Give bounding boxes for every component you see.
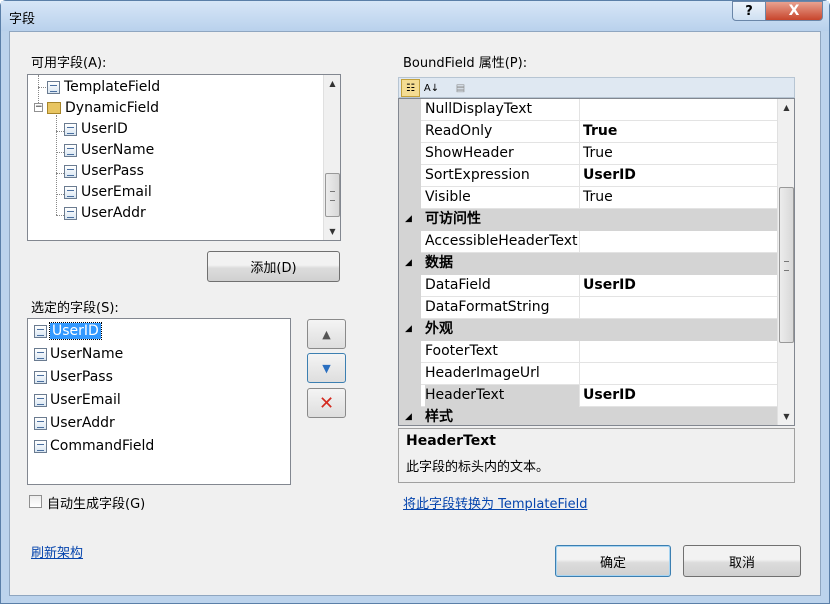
- move-down-button[interactable]: ▼: [307, 353, 346, 383]
- property-row[interactable]: SortExpression UserID: [399, 165, 778, 187]
- selected-item-useraddr[interactable]: UserAddr: [34, 412, 115, 434]
- tree-item-templatefield[interactable]: TemplateField: [47, 77, 160, 97]
- field-icon: [47, 80, 60, 94]
- property-row[interactable]: AccessibleHeaderText: [399, 231, 778, 253]
- help-button[interactable]: ?: [732, 1, 766, 21]
- convert-to-templatefield-link[interactable]: 将此字段转换为 TemplateField: [403, 493, 587, 512]
- scroll-up-icon[interactable]: ▲: [778, 99, 794, 116]
- available-fields-label: 可用字段(A):: [31, 56, 107, 71]
- property-row-selected[interactable]: HeaderText UserID: [399, 385, 778, 407]
- field-icon: [34, 370, 47, 384]
- field-icon: [34, 393, 47, 407]
- property-grid-scrollbar[interactable]: ▲ ▼: [777, 99, 794, 425]
- delete-button[interactable]: ✕: [307, 388, 346, 418]
- field-icon: [64, 206, 77, 220]
- tree-item-useremail[interactable]: UserEmail: [64, 182, 152, 202]
- add-button[interactable]: 添加(D): [207, 251, 340, 282]
- category-row[interactable]: ◢ 可访问性: [399, 209, 778, 231]
- cancel-button[interactable]: 取消: [683, 545, 801, 577]
- arrow-down-icon: ▼: [322, 361, 331, 375]
- property-pages-icon[interactable]: ▤: [451, 79, 470, 97]
- properties-label: BoundField 属性(P):: [403, 56, 528, 71]
- scroll-up-icon[interactable]: ▲: [324, 75, 341, 92]
- field-icon: [34, 416, 47, 430]
- property-row[interactable]: ReadOnly True: [399, 121, 778, 143]
- selected-item-userpass[interactable]: UserPass: [34, 366, 113, 388]
- auto-generate-label[interactable]: 自动生成字段(G): [47, 493, 145, 512]
- selected-item-username[interactable]: UserName: [34, 343, 123, 365]
- ok-button[interactable]: 确定: [555, 545, 671, 577]
- selected-item-useremail[interactable]: UserEmail: [34, 389, 121, 411]
- scroll-down-icon[interactable]: ▼: [778, 408, 794, 425]
- close-button[interactable]: X: [765, 1, 823, 21]
- description-title: HeaderText: [406, 433, 496, 449]
- field-icon: [64, 143, 77, 157]
- category-row[interactable]: ◢ 数据: [399, 253, 778, 275]
- selected-fields-list[interactable]: UserID UserName UserPass UserEmail UserA…: [27, 318, 291, 485]
- auto-generate-checkbox[interactable]: [29, 495, 42, 508]
- field-icon: [34, 324, 47, 338]
- selected-item-userid[interactable]: UserID: [34, 320, 102, 342]
- collapse-icon[interactable]: −: [34, 103, 43, 112]
- field-icon: [64, 164, 77, 178]
- scroll-down-icon[interactable]: ▼: [324, 223, 341, 240]
- property-row[interactable]: HeaderImageUrl: [399, 363, 778, 385]
- collapse-icon[interactable]: ◢: [405, 258, 412, 268]
- collapse-icon[interactable]: ◢: [405, 412, 412, 422]
- collapse-icon[interactable]: ◢: [405, 214, 412, 224]
- property-description: HeaderText 此字段的标头内的文本。: [398, 428, 795, 483]
- categorized-icon[interactable]: ☷: [401, 79, 420, 97]
- alphabetical-icon[interactable]: A↓: [422, 79, 441, 97]
- folder-icon: [47, 102, 61, 114]
- tree-item-userpass[interactable]: UserPass: [64, 161, 144, 181]
- property-row[interactable]: ShowHeader True: [399, 143, 778, 165]
- property-grid[interactable]: NullDisplayText ReadOnly True ShowHeader T…: [398, 98, 795, 426]
- available-scrollbar[interactable]: ▲ ▼: [323, 75, 340, 240]
- refresh-schema-link[interactable]: 刷新架构: [31, 542, 83, 561]
- tree-item-dynamicfield[interactable]: DynamicField: [47, 98, 159, 118]
- move-up-button[interactable]: ▲: [307, 319, 346, 349]
- command-field-icon: [34, 439, 47, 453]
- property-row[interactable]: NullDisplayText: [399, 99, 778, 121]
- category-row[interactable]: ◢ 外观: [399, 319, 778, 341]
- collapse-icon[interactable]: ◢: [405, 324, 412, 334]
- properties-toolbar: ☷ A↓ ▤: [398, 77, 795, 98]
- field-icon: [64, 122, 77, 136]
- property-row[interactable]: DataFormatString: [399, 297, 778, 319]
- field-icon: [64, 185, 77, 199]
- property-row[interactable]: DataField UserID: [399, 275, 778, 297]
- selected-item-commandfield[interactable]: CommandField: [34, 435, 154, 457]
- tree-item-useraddr[interactable]: UserAddr: [64, 203, 146, 223]
- selected-fields-label: 选定的字段(S):: [31, 301, 119, 316]
- description-text: 此字段的标头内的文本。: [406, 460, 550, 475]
- scroll-thumb[interactable]: [779, 187, 794, 343]
- field-icon: [34, 347, 47, 361]
- property-row[interactable]: Visible True: [399, 187, 778, 209]
- title-bar: 字段 ? X: [1, 1, 829, 31]
- property-row[interactable]: FooterText: [399, 341, 778, 363]
- available-fields-tree[interactable]: TemplateField − DynamicField UserID User…: [27, 74, 341, 241]
- window-title: 字段: [9, 12, 36, 27]
- category-row[interactable]: ◢ 样式: [399, 407, 778, 425]
- arrow-up-icon: ▲: [322, 327, 331, 341]
- red-x-icon: ✕: [318, 392, 335, 414]
- tree-item-userid[interactable]: UserID: [64, 119, 128, 139]
- tree-item-username[interactable]: UserName: [64, 140, 154, 160]
- scroll-thumb[interactable]: [325, 173, 340, 217]
